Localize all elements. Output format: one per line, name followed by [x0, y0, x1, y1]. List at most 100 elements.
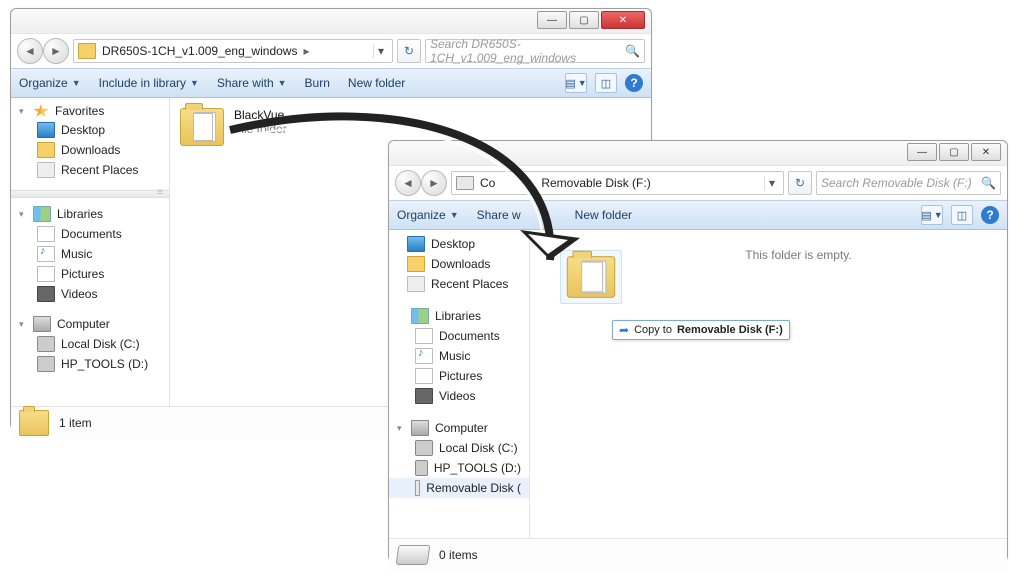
recent-icon	[37, 162, 55, 178]
titlebar[interactable]: — ▢ ✕	[389, 141, 1007, 165]
tree-libraries[interactable]: ▾Libraries	[11, 204, 169, 224]
documents-icon	[37, 226, 55, 242]
folder-icon	[180, 108, 224, 146]
tree-pictures[interactable]: Pictures	[11, 264, 169, 284]
maximize-button[interactable]: ▢	[569, 11, 599, 29]
tree-libraries[interactable]: Libraries	[389, 306, 529, 326]
music-icon	[37, 246, 55, 262]
address-dropdown[interactable]: ▾	[764, 176, 779, 190]
view-options-button[interactable]: ▤▼	[565, 73, 587, 93]
tree-recent[interactable]: Recent Places	[389, 274, 529, 294]
drag-ghost-folder	[560, 250, 622, 304]
pictures-icon	[37, 266, 55, 282]
pictures-icon	[415, 368, 433, 384]
breadcrumb-folder[interactable]: DR650S-1CH_v1.009_eng_windows	[102, 44, 297, 58]
tree-computer[interactable]: ▾Computer	[389, 418, 529, 438]
search-placeholder: Search Removable Disk (F:)	[821, 176, 972, 190]
tree-desktop[interactable]: Desktop	[11, 120, 169, 140]
disk-icon	[37, 336, 55, 352]
breadcrumb-folder[interactable]: Removable Disk (F:)	[541, 176, 650, 190]
tree-pictures[interactable]: Pictures	[389, 366, 529, 386]
tree-favorites[interactable]: ▾Favorites	[11, 102, 169, 120]
forward-button[interactable]: ►	[43, 38, 69, 64]
search-input[interactable]: Search DR650S-1CH_v1.009_eng_windows 🔍	[425, 39, 645, 63]
music-icon	[415, 348, 433, 364]
preview-pane-button[interactable]: ◫	[951, 205, 973, 225]
status-folder-icon	[19, 410, 49, 436]
navigation-tree[interactable]: ▾Favorites Desktop Downloads Recent Plac…	[11, 98, 170, 406]
new-folder-button[interactable]: New folder	[348, 76, 405, 90]
disk-icon	[37, 356, 55, 372]
new-folder-button[interactable]: New folder	[575, 208, 632, 222]
tree-videos[interactable]: Videos	[389, 386, 529, 406]
chevron-right-icon: ▸	[303, 44, 309, 58]
tree-desktop[interactable]: Desktop	[389, 234, 529, 254]
minimize-button[interactable]: —	[907, 143, 937, 161]
desktop-icon	[37, 122, 55, 138]
status-drive-icon	[396, 545, 431, 565]
libraries-icon	[33, 206, 51, 222]
computer-icon	[33, 316, 51, 332]
status-text: 1 item	[59, 416, 92, 430]
tree-recent[interactable]: Recent Places	[11, 160, 169, 180]
tree-music[interactable]: Music	[389, 346, 529, 366]
burn-button[interactable]: Burn	[305, 76, 330, 90]
nav-bar: ◄ ► Co Removable Disk (F:) ▾ ↻ Search Re…	[389, 165, 1007, 200]
tree-computer[interactable]: ▾Computer	[11, 314, 169, 334]
help-button[interactable]: ?	[625, 74, 643, 92]
close-button[interactable]: ✕	[601, 11, 645, 29]
explorer-window-target: — ▢ ✕ ◄ ► Co Removable Disk (F:) ▾ ↻ Sea…	[388, 140, 1008, 562]
tree-documents[interactable]: Documents	[389, 326, 529, 346]
tree-music[interactable]: Music	[11, 244, 169, 264]
tree-hp-tools-d[interactable]: HP_TOOLS (D:)	[11, 354, 169, 374]
minimize-button[interactable]: —	[537, 11, 567, 29]
share-with-menu[interactable]: Share with▼	[217, 76, 287, 90]
drive-icon	[456, 176, 474, 190]
refresh-button[interactable]: ↻	[397, 39, 421, 63]
back-button[interactable]: ◄	[395, 170, 421, 196]
tree-downloads[interactable]: Downloads	[11, 140, 169, 160]
drag-tip-target: Removable Disk (F:)	[677, 324, 783, 336]
command-toolbar: Organize▼ Share w New folder ▤▼ ◫ ?	[389, 200, 1007, 230]
forward-button[interactable]: ►	[421, 170, 447, 196]
tree-downloads[interactable]: Downloads	[389, 254, 529, 274]
maximize-button[interactable]: ▢	[939, 143, 969, 161]
close-button[interactable]: ✕	[971, 143, 1001, 161]
nav-bar: ◄ ► DR650S-1CH_v1.009_eng_windows ▸ ▾ ↻ …	[11, 33, 651, 68]
organize-menu[interactable]: Organize▼	[19, 76, 81, 90]
view-options-button[interactable]: ▤▼	[921, 205, 943, 225]
search-input[interactable]: Search Removable Disk (F:) 🔍	[816, 171, 1001, 195]
navigation-tree[interactable]: Desktop Downloads Recent Places Librarie…	[389, 230, 530, 538]
tree-local-disk-c[interactable]: Local Disk (C:)	[389, 438, 529, 458]
drag-tooltip: ➦ Copy to Removable Disk (F:)	[612, 320, 790, 340]
preview-pane-button[interactable]: ◫	[595, 73, 617, 93]
drag-tip-action: Copy to	[634, 324, 672, 336]
file-list-pane[interactable]: This folder is empty. ➦ Copy to Removabl…	[530, 230, 1007, 538]
disk-icon	[415, 460, 428, 476]
downloads-icon	[37, 142, 55, 158]
address-bar[interactable]: Co Removable Disk (F:) ▾	[451, 171, 784, 195]
refresh-button[interactable]: ↻	[788, 171, 812, 195]
documents-icon	[415, 328, 433, 344]
item-name: BlackVue	[234, 108, 287, 122]
address-dropdown[interactable]: ▾	[373, 44, 388, 58]
include-library-menu[interactable]: Include in library▼	[99, 76, 199, 90]
titlebar[interactable]: — ▢ ✕	[11, 9, 651, 33]
share-with-menu[interactable]: Share w	[477, 208, 521, 222]
tree-hp-tools-d[interactable]: HP_TOOLS (D:)	[389, 458, 529, 478]
tree-local-disk-c[interactable]: Local Disk (C:)	[11, 334, 169, 354]
tree-removable-disk-f[interactable]: Removable Disk (	[389, 478, 529, 498]
tree-videos[interactable]: Videos	[11, 284, 169, 304]
organize-menu[interactable]: Organize▼	[397, 208, 459, 222]
search-icon: 🔍	[625, 44, 640, 58]
tree-documents[interactable]: Documents	[11, 224, 169, 244]
copy-arrow-icon: ➦	[619, 323, 629, 337]
address-bar[interactable]: DR650S-1CH_v1.009_eng_windows ▸ ▾	[73, 39, 393, 63]
star-icon	[33, 104, 49, 118]
breadcrumb-prefix[interactable]: Co	[480, 176, 495, 190]
desktop-icon	[407, 236, 425, 252]
back-button[interactable]: ◄	[17, 38, 43, 64]
drive-icon	[415, 480, 420, 496]
help-button[interactable]: ?	[981, 206, 999, 224]
tree-resizer[interactable]	[11, 190, 169, 198]
